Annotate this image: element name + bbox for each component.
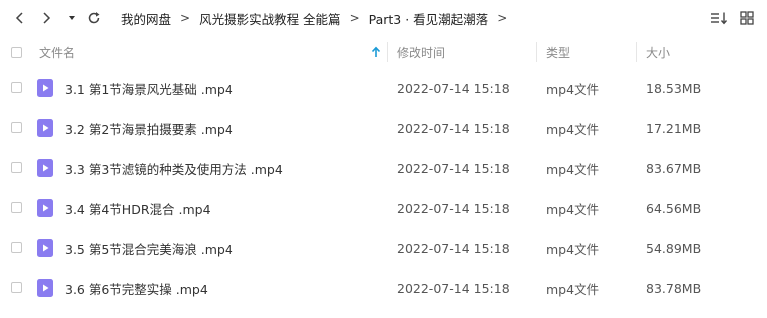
video-file-icon [37,199,53,217]
refresh-icon [88,12,100,24]
file-list-header: 文件名 修改时间 类型 大小 [0,36,767,68]
back-button[interactable] [10,8,30,28]
column-divider[interactable] [636,42,637,62]
breadcrumb-separator-icon: > [349,11,360,25]
select-all-checkbox[interactable] [11,47,22,58]
row-checkbox[interactable] [11,82,22,93]
file-modified: 2022-07-14 15:18 [397,120,510,136]
grid-view-button[interactable] [737,8,757,28]
file-modified: 2022-07-14 15:18 [397,160,510,176]
breadcrumb-separator-icon: > [497,11,508,25]
row-checkbox[interactable] [11,202,22,213]
sort-ascending-icon[interactable] [371,36,381,68]
file-name: 3.5 第5节混合完美海浪 .mp4 [65,241,233,257]
file-name: 3.4 第4节HDR混合 .mp4 [65,201,211,217]
file-row[interactable]: 3.4 第4节HDR混合 .mp4 2022-07-14 15:18 mp4文件… [0,188,767,228]
grid-view-icon [740,11,754,25]
file-type: mp4文件 [546,81,600,97]
caret-down-icon [69,16,75,20]
file-list: 3.1 第1节海景风光基础 .mp4 2022-07-14 15:18 mp4文… [0,68,767,308]
file-row[interactable]: 3.2 第2节海景拍摄要素 .mp4 2022-07-14 15:18 mp4文… [0,108,767,148]
breadcrumb: 我的网盘 > 风光摄影实战教程 全能篇 > Part3 · 看见潮起潮落 > [118,0,513,36]
file-name: 3.6 第6节完整实操 .mp4 [65,281,208,297]
file-size: 54.89MB [646,240,702,256]
file-type: mp4文件 [546,161,600,177]
sort-list-icon [711,12,728,25]
file-modified: 2022-07-14 15:18 [397,240,510,256]
forward-button[interactable] [36,8,56,28]
breadcrumb-item-root[interactable]: 我的网盘 [118,9,174,28]
column-header-type[interactable]: 类型 [546,36,570,68]
file-name: 3.1 第1节海景风光基础 .mp4 [65,81,233,97]
toolbar: 我的网盘 > 风光摄影实战教程 全能篇 > Part3 · 看见潮起潮落 > [0,0,767,36]
file-type: mp4文件 [546,201,600,217]
video-file-icon [37,279,53,297]
file-modified: 2022-07-14 15:18 [397,280,510,296]
chevron-left-icon [15,12,23,24]
file-type: mp4文件 [546,241,600,257]
file-row[interactable]: 3.3 第3节滤镜的种类及使用方法 .mp4 2022-07-14 15:18 … [0,148,767,188]
column-header-modified[interactable]: 修改时间 [397,36,445,68]
column-divider[interactable] [536,42,537,62]
video-file-icon [37,79,53,97]
file-type: mp4文件 [546,121,600,137]
column-header-size[interactable]: 大小 [646,36,670,68]
file-size: 64.56MB [646,200,702,216]
history-dropdown-button[interactable] [62,8,82,28]
breadcrumb-item-course[interactable]: 风光摄影实战教程 全能篇 [196,9,343,28]
sort-menu-button[interactable] [709,8,729,28]
video-file-icon [37,239,53,257]
file-name: 3.2 第2节海景拍摄要素 .mp4 [65,121,233,137]
file-size: 17.21MB [646,120,702,136]
row-checkbox[interactable] [11,162,22,173]
file-size: 83.67MB [646,160,702,176]
file-row[interactable]: 3.5 第5节混合完美海浪 .mp4 2022-07-14 15:18 mp4文… [0,228,767,268]
video-file-icon [37,159,53,177]
file-modified: 2022-07-14 15:18 [397,80,510,96]
file-type: mp4文件 [546,281,600,297]
file-size: 18.53MB [646,80,702,96]
refresh-button[interactable] [84,8,104,28]
breadcrumb-separator-icon: > [180,11,191,25]
file-row[interactable]: 3.1 第1节海景风光基础 .mp4 2022-07-14 15:18 mp4文… [0,68,767,108]
row-checkbox[interactable] [11,122,22,133]
row-checkbox[interactable] [11,242,22,253]
file-size: 83.78MB [646,280,702,296]
row-checkbox[interactable] [11,282,22,293]
column-divider[interactable] [387,42,388,62]
video-file-icon [37,119,53,137]
file-row[interactable]: 3.6 第6节完整实操 .mp4 2022-07-14 15:18 mp4文件 … [0,268,767,308]
column-header-name[interactable]: 文件名 [39,36,75,68]
chevron-right-icon [43,12,51,24]
file-modified: 2022-07-14 15:18 [397,200,510,216]
breadcrumb-item-part[interactable]: Part3 · 看见潮起潮落 [366,9,492,28]
file-name: 3.3 第3节滤镜的种类及使用方法 .mp4 [65,161,283,177]
